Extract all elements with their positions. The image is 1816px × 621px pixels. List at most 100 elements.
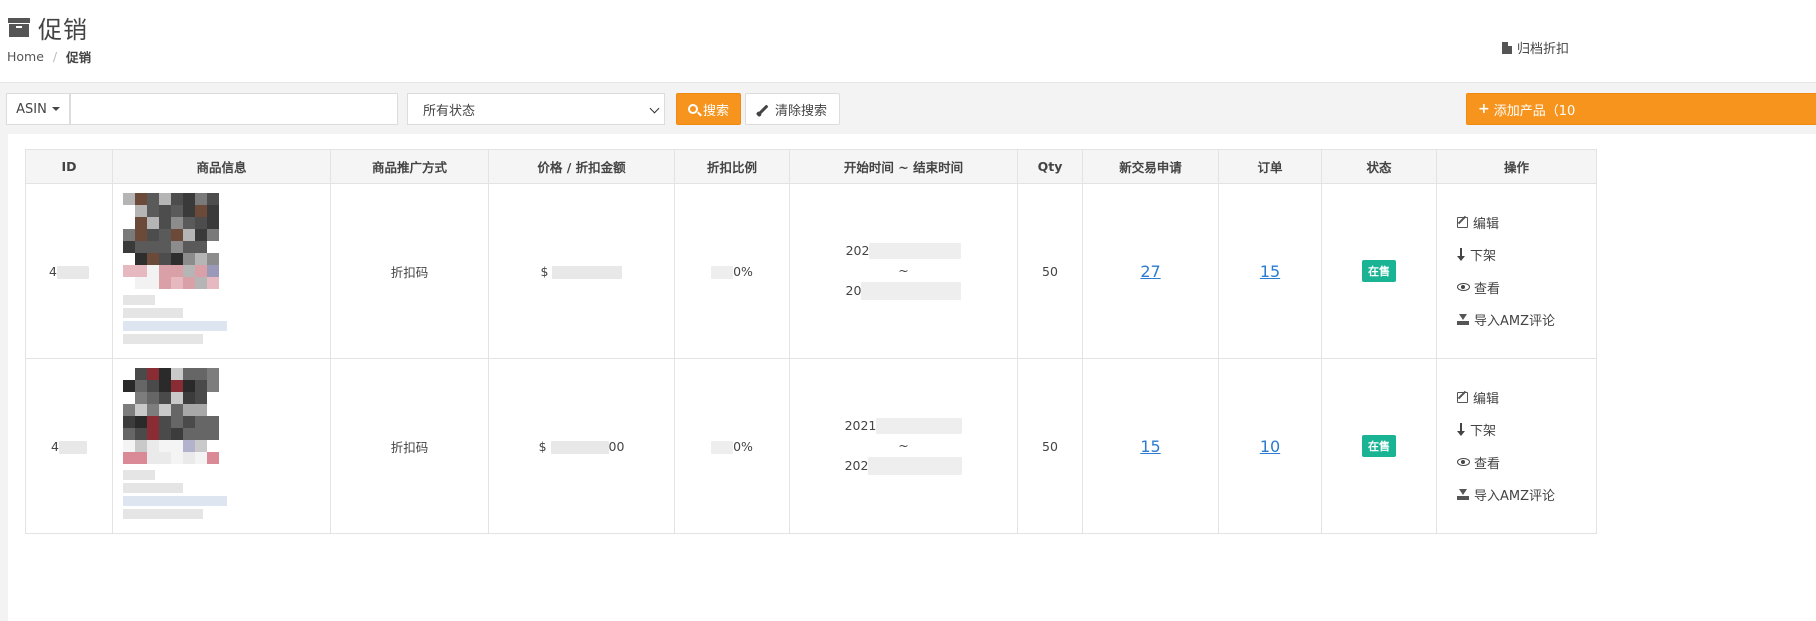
thumbnail-pixel <box>135 439 147 452</box>
thumbnail-pixel <box>135 252 147 265</box>
add-product-button[interactable]: + 添加产品（10 <box>1466 93 1816 125</box>
redacted-id <box>58 440 87 454</box>
status-select[interactable]: 所有状态 <box>407 93 665 125</box>
breadcrumb: Home / 促销 <box>7 47 91 66</box>
status-cell: 在售 <box>1321 183 1437 359</box>
asin-dropdown[interactable]: ASIN <box>6 93 70 125</box>
end-date-prefix: 20 <box>845 283 862 298</box>
thumbnail-pixel <box>159 228 171 241</box>
table-row: 4 折扣码 $ 0% 202 ~ 20 50 27 15 在售 编辑 下架 查看… <box>25 183 1597 359</box>
product-thumbnail[interactable] <box>123 367 219 464</box>
column-header-orders: 订单 <box>1218 149 1322 184</box>
column-header-time-range: 开始时间 ~ 结束时间 <box>789 149 1018 184</box>
thumbnail-pixel <box>147 276 159 289</box>
caret-down-icon <box>51 107 60 111</box>
column-header-actions: 操作 <box>1436 149 1597 184</box>
import-reviews-action[interactable]: 导入AMZ评论 <box>1457 304 1596 337</box>
thumbnail-pixel <box>135 192 147 205</box>
asin-search-input[interactable] <box>70 93 398 125</box>
thumbnail-pixel <box>171 439 183 452</box>
actions-cell: 编辑 下架 查看 导入AMZ评论 <box>1436 358 1597 534</box>
status-cell: 在售 <box>1321 358 1437 534</box>
redacted-start-date <box>876 417 963 434</box>
breadcrumb-home[interactable]: Home <box>7 49 44 64</box>
archive-icon <box>8 18 30 37</box>
thumbnail-pixel <box>207 252 219 265</box>
thumbnail-pixel <box>147 264 159 277</box>
thumbnail-pixel <box>207 276 219 289</box>
thumbnail-pixel <box>171 379 183 392</box>
column-header-price: 价格 / 折扣金额 <box>488 149 675 184</box>
column-header-new-requests: 新交易申请 <box>1082 149 1219 184</box>
thumbnail-pixel <box>159 264 171 277</box>
chevron-down-icon <box>649 103 660 114</box>
row-id-cell: 4 <box>25 183 113 359</box>
price-suffix: 00 <box>608 438 625 454</box>
import-reviews-action[interactable]: 导入AMZ评论 <box>1457 479 1596 512</box>
redacted-asin-link[interactable] <box>123 495 227 506</box>
thumbnail-pixel <box>171 240 183 253</box>
edit-icon <box>1457 391 1468 403</box>
thumbnail-pixel <box>135 240 147 253</box>
thumbnail-pixel <box>207 367 219 380</box>
column-header-qty: Qty <box>1017 149 1083 184</box>
new-requests-link[interactable]: 15 <box>1140 437 1160 456</box>
thumbnail-pixel <box>135 216 147 229</box>
thumbnail-pixel <box>207 427 219 440</box>
redacted-start-date <box>869 242 962 259</box>
thumbnail-pixel <box>171 451 183 464</box>
date-range-tilde: ~ <box>898 262 909 278</box>
product-thumbnail-area[interactable] <box>113 185 330 358</box>
redacted-price <box>550 440 609 454</box>
thumbnail-pixel <box>135 427 147 440</box>
thumbnail-pixel <box>207 451 219 464</box>
product-thumbnail-area[interactable] <box>113 360 330 533</box>
view-action[interactable]: 查看 <box>1457 271 1596 304</box>
delist-action[interactable]: 下架 <box>1457 414 1596 447</box>
thumbnail-pixel <box>183 204 195 217</box>
orders-link[interactable]: 10 <box>1260 437 1280 456</box>
thumbnail-pixel <box>147 216 159 229</box>
redacted-product-text <box>123 469 155 480</box>
view-label: 查看 <box>1474 281 1501 297</box>
thumbnail-pixel <box>183 415 195 428</box>
thumbnail-pixel <box>183 264 195 277</box>
thumbnail-pixel <box>135 204 147 217</box>
redacted-asin-link[interactable] <box>123 320 227 331</box>
row-id: 4 <box>49 263 57 279</box>
edit-action[interactable]: 编辑 <box>1457 206 1596 239</box>
thumbnail-pixel <box>147 240 159 253</box>
thumbnail-pixel <box>171 391 183 404</box>
thumbnail-pixel <box>171 252 183 265</box>
archived-discounts-link[interactable]: 归档折扣 <box>1502 38 1569 57</box>
import-icon <box>1457 489 1469 501</box>
thumbnail-pixel <box>147 192 159 205</box>
row-id: 4 <box>51 438 59 454</box>
thumbnail-pixel <box>135 264 147 277</box>
search-toolbar: ASIN 所有状态 搜索 清除搜索 + 添加产品（10 <box>0 82 1816 134</box>
new-requests-cell: 27 <box>1082 183 1219 359</box>
delist-action[interactable]: 下架 <box>1457 239 1596 272</box>
edit-action[interactable]: 编辑 <box>1457 381 1596 414</box>
thumbnail-pixel <box>195 252 207 265</box>
clear-search-button[interactable]: 清除搜索 <box>745 93 840 125</box>
new-requests-link[interactable]: 27 <box>1140 262 1160 281</box>
column-header-id[interactable]: ID <box>25 149 113 184</box>
search-icon <box>687 104 698 114</box>
price-currency: $ <box>540 263 549 279</box>
view-action[interactable]: 查看 <box>1457 446 1596 479</box>
thumbnail-pixel <box>123 403 135 416</box>
edit-icon <box>1457 216 1468 228</box>
product-info-cell <box>112 183 331 359</box>
new-requests-cell: 15 <box>1082 358 1219 534</box>
thumbnail-pixel <box>183 427 195 440</box>
breadcrumb-current: 促销 <box>66 50 92 65</box>
thumbnail-pixel <box>147 252 159 265</box>
product-thumbnail[interactable] <box>123 192 219 289</box>
orders-link[interactable]: 15 <box>1260 262 1280 281</box>
promo-method-cell: 折扣码 <box>330 183 489 359</box>
thumbnail-pixel <box>183 216 195 229</box>
column-header-status: 状态 <box>1321 149 1437 184</box>
search-button[interactable]: 搜索 <box>676 93 741 125</box>
thumbnail-pixel <box>195 379 207 392</box>
